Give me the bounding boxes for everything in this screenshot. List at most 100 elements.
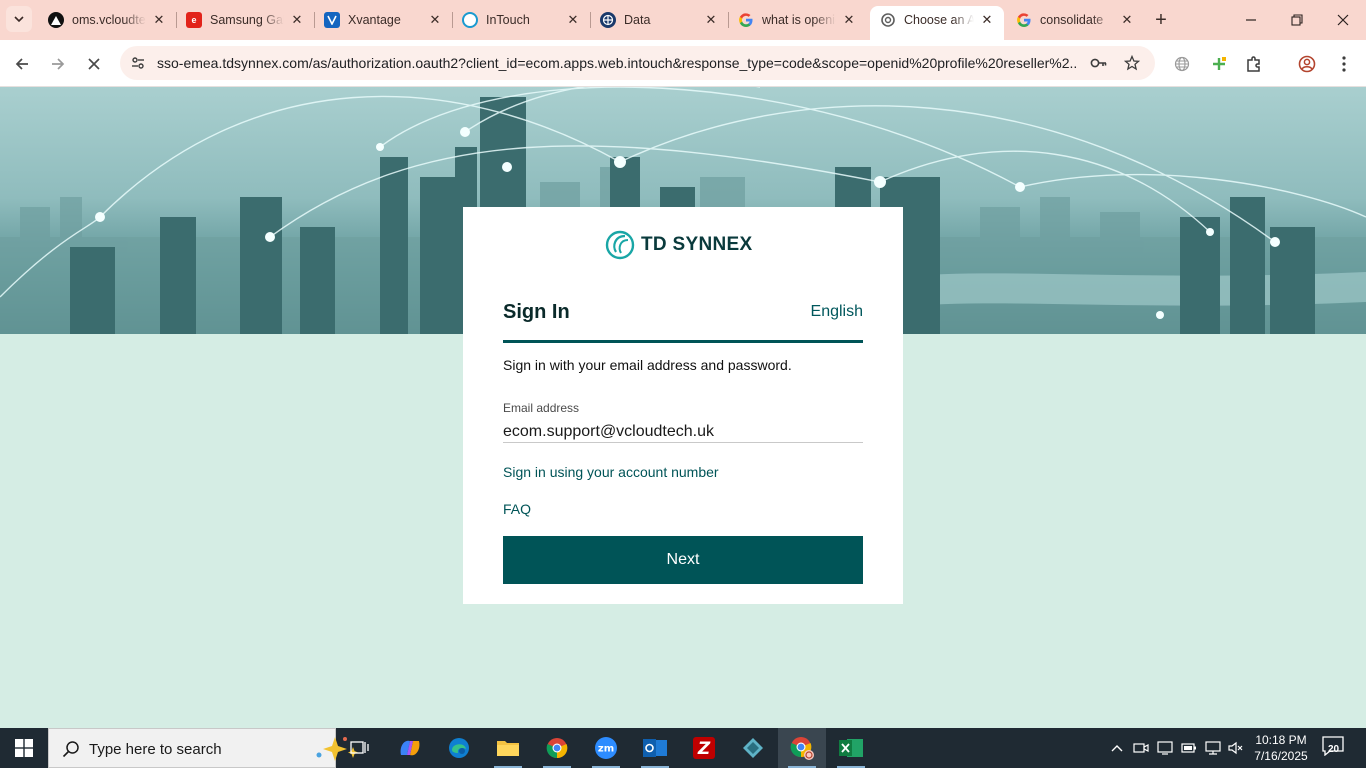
arrow-right-icon [52, 58, 65, 70]
forward-button[interactable] [44, 50, 72, 78]
show-hidden-icons-button[interactable] [1108, 728, 1126, 768]
chevron-up-icon [1111, 745, 1123, 752]
google-icon [738, 12, 754, 28]
tab-strip: oms.vcloudtech ✕ e Samsung Galaxy ✕ Xvan… [0, 0, 1366, 40]
browser-toolbar: sso-emea.tdsynnex.com/as/authorization.o… [0, 40, 1366, 87]
tab-title: InTouch [486, 13, 530, 27]
td-synnex-logo-icon [605, 230, 635, 260]
tab-title: Samsung Galaxy [210, 13, 284, 27]
task-view-icon [350, 741, 369, 754]
faq-link[interactable]: FAQ [503, 501, 531, 517]
minimize-button[interactable] [1228, 0, 1274, 40]
data-icon [600, 12, 616, 28]
edge-app[interactable] [435, 728, 483, 768]
close-icon[interactable]: ✕ [978, 11, 996, 29]
tab-title: Data [624, 13, 651, 27]
star-icon[interactable] [1122, 53, 1142, 73]
copilot-app[interactable] [386, 728, 434, 768]
close-icon[interactable]: ✕ [1118, 11, 1136, 29]
excel-app[interactable] [827, 728, 875, 768]
file-explorer-app[interactable] [484, 728, 532, 768]
tab-choose-an-account[interactable]: Choose an Account ✕ [870, 6, 1004, 40]
stop-loading-button[interactable] [80, 50, 108, 78]
zoom-app[interactable]: zm [582, 728, 630, 768]
back-button[interactable] [8, 50, 36, 78]
tab-consolidate[interactable]: consolidate ✕ [1006, 6, 1144, 34]
screen-capture-button[interactable] [1155, 728, 1175, 768]
task-view-button[interactable] [336, 728, 384, 768]
close-window-button[interactable] [1320, 0, 1366, 40]
chrome-icon [546, 738, 568, 759]
globe-icon [1174, 56, 1190, 72]
tab-oms[interactable]: oms.vcloudtech ✕ [38, 6, 176, 34]
title-divider [503, 340, 863, 343]
vercel-icon [48, 12, 64, 28]
xvantage-icon [324, 12, 340, 28]
menu-button[interactable] [1330, 50, 1358, 78]
start-button[interactable] [0, 728, 48, 768]
key-icon[interactable] [1089, 53, 1109, 73]
address-bar[interactable]: sso-emea.tdsynnex.com/as/authorization.o… [120, 46, 1155, 80]
volume-muted-icon [1228, 741, 1243, 755]
diamond-app[interactable] [729, 728, 777, 768]
tab-what-is-openid[interactable]: what is openid ✕ [728, 6, 866, 34]
close-icon[interactable]: ✕ [150, 11, 168, 29]
tab-search-button[interactable] [6, 6, 32, 32]
plus-icon: + [1155, 8, 1167, 31]
meet-now-button[interactable] [1131, 728, 1151, 768]
network-button[interactable] [1203, 728, 1223, 768]
profile-button[interactable] [1293, 50, 1321, 78]
email-field[interactable] [503, 421, 863, 443]
battery-icon [1181, 743, 1196, 753]
logo-text: TD SYNNEX [641, 234, 753, 255]
chrome-app[interactable] [533, 728, 581, 768]
svg-text:Z: Z [697, 739, 711, 759]
sign-in-card: TD SYNNEX Sign In English Sign in with y… [463, 207, 903, 604]
chevron-down-icon [14, 16, 24, 23]
close-icon[interactable]: ✕ [702, 11, 720, 29]
tab-title: Xvantage [348, 13, 401, 27]
site-info-icon[interactable] [128, 53, 148, 73]
monitor-icon [1157, 741, 1173, 755]
tab-data[interactable]: Data ✕ [590, 6, 728, 34]
new-tab-button[interactable]: + [1148, 8, 1174, 32]
extension-plus-icon [1213, 57, 1226, 70]
search-placeholder: Type here to search [89, 741, 222, 758]
close-icon[interactable]: ✕ [840, 11, 858, 29]
close-icon[interactable]: ✕ [564, 11, 582, 29]
account-number-link[interactable]: Sign in using your account number [503, 464, 719, 480]
notifications-button[interactable]: 20 [1322, 736, 1352, 760]
intouch-icon [462, 12, 478, 28]
diamond-icon [743, 738, 763, 758]
clock-time: 10:18 PM [1255, 733, 1307, 747]
outlook-app[interactable] [631, 728, 679, 768]
tab-title: Choose an Account [904, 13, 974, 27]
taskbar-search[interactable]: Type here to search [48, 728, 358, 768]
chrome-icon [790, 737, 814, 760]
instruction-text: Sign in with your email address and pass… [503, 357, 792, 373]
tab-intouch[interactable]: InTouch ✕ [452, 6, 590, 34]
close-icon[interactable]: ✕ [288, 11, 306, 29]
tab-samsung[interactable]: e Samsung Galaxy ✕ [176, 6, 314, 34]
battery-button[interactable] [1179, 728, 1199, 768]
restore-button[interactable] [1274, 0, 1320, 40]
arrow-left-icon [15, 58, 28, 70]
tab-title: oms.vcloudtech [72, 13, 146, 27]
volume-button[interactable] [1226, 728, 1246, 768]
extension-plus-button[interactable] [1205, 50, 1233, 78]
close-icon[interactable]: ✕ [426, 11, 444, 29]
chrome-profile-app[interactable] [778, 728, 826, 768]
network-icon [1205, 741, 1221, 755]
url-text[interactable]: sso-emea.tdsynnex.com/as/authorization.o… [157, 55, 1077, 71]
filezilla-app[interactable]: Z [680, 728, 728, 768]
system-clock[interactable]: 10:18 PM 7/16/2025 [1244, 732, 1318, 764]
extensions-button[interactable] [1240, 50, 1268, 78]
folder-icon [497, 741, 519, 756]
zoom-icon: zm [595, 737, 617, 759]
language-selector[interactable]: English [811, 303, 863, 321]
next-button[interactable]: Next [503, 536, 863, 584]
windows-taskbar: Type here to search zm Z 10:18 PM 7/16/2… [0, 728, 1366, 768]
translate-button[interactable] [1168, 50, 1196, 78]
tab-title: what is openid [762, 13, 836, 27]
tab-xvantage[interactable]: Xvantage ✕ [314, 6, 452, 34]
